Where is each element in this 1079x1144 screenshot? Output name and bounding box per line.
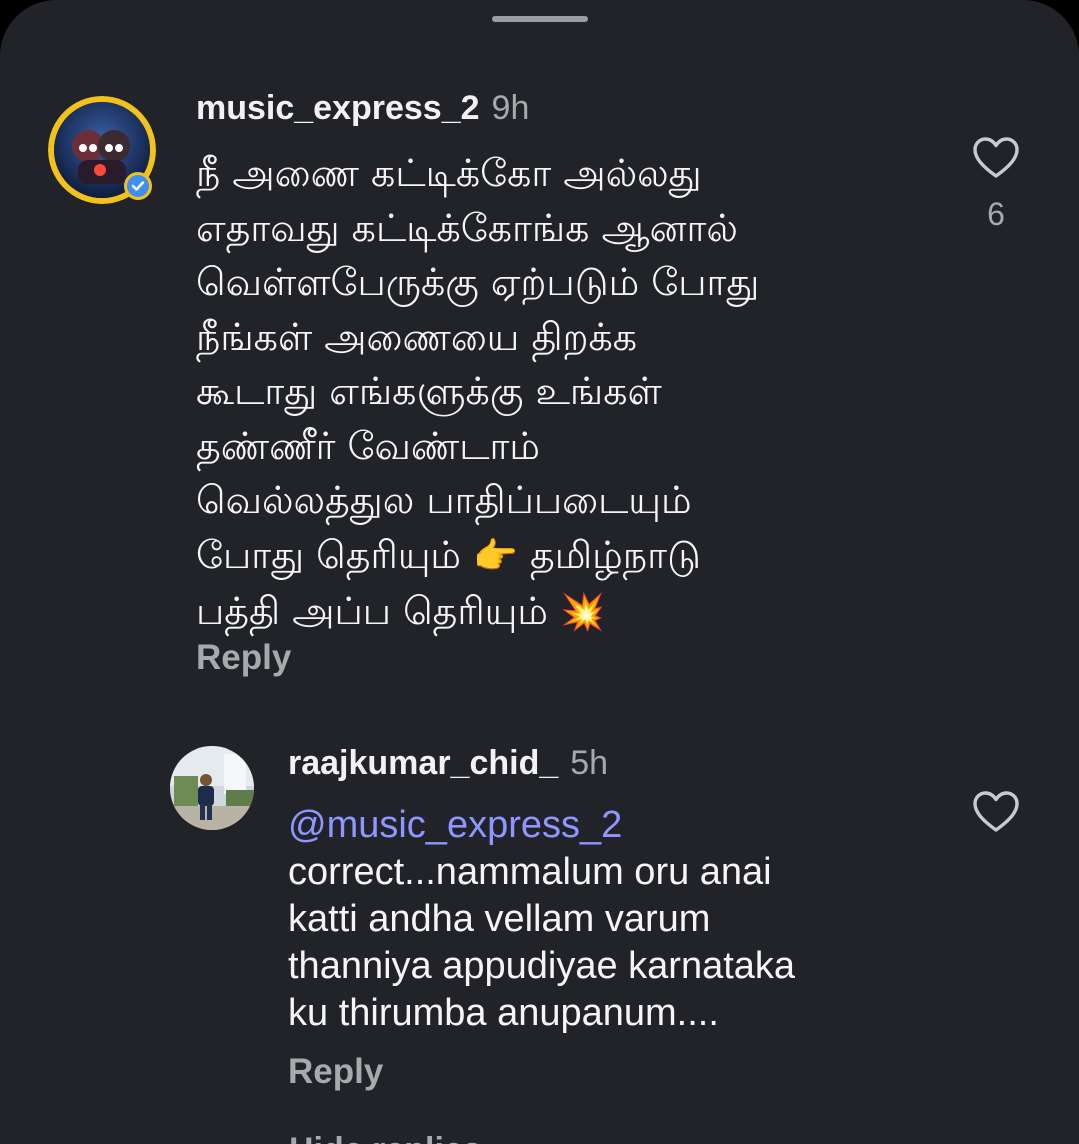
text-line: thanniya appudiyae karnataka bbox=[288, 945, 796, 987]
text-line: வெல்லத்துல பாதிப்படையும் bbox=[196, 478, 692, 522]
collision-icon: 💥 bbox=[560, 592, 605, 633]
reply-button[interactable]: Reply bbox=[288, 1052, 383, 1092]
like-button[interactable] bbox=[972, 790, 1020, 834]
pointing-hand-icon: 👉 bbox=[473, 535, 518, 577]
text-line: நீ அணை கட்டிக்கோ அல்லது bbox=[196, 151, 702, 195]
text-line: நீங்கள் அணையை திறக்க bbox=[196, 314, 638, 359]
timestamp: 9h bbox=[491, 89, 530, 127]
text-segment: பத்தி அப்ப தெரியும் bbox=[196, 589, 548, 633]
text-segment: தமிழ்நாடு bbox=[530, 532, 701, 577]
text-line: போது தெரியும் 👉 தமிழ்நாடு bbox=[196, 528, 956, 585]
sheet-drag-handle[interactable] bbox=[492, 16, 588, 22]
text-line: correct...nammalum oru anai bbox=[288, 851, 772, 893]
text-line: katti andha vellam varum bbox=[288, 898, 711, 940]
username[interactable]: raajkumar_chid_ bbox=[288, 744, 558, 782]
hide-replies-button[interactable]: Hide replies bbox=[289, 1130, 482, 1144]
username[interactable]: music_express_2 bbox=[196, 89, 480, 127]
heart-icon bbox=[973, 791, 1019, 832]
text-segment: போது தெரியும் bbox=[196, 532, 461, 577]
text-line: எதாவது கட்டிக்கோங்க ஆனால் bbox=[196, 205, 738, 250]
text-line: ku thirumba anupanum.... bbox=[288, 992, 719, 1034]
comment-header: music_express_2 9h bbox=[196, 88, 529, 128]
reply-button[interactable]: Reply bbox=[196, 638, 291, 678]
mention-link[interactable]: @music_express_2 bbox=[288, 802, 988, 849]
like-button[interactable] bbox=[972, 136, 1020, 180]
timestamp: 5h bbox=[570, 744, 609, 782]
text-line: கூடாது எங்களுக்கு உங்கள் bbox=[196, 369, 662, 413]
text-line: பத்தி அப்ப தெரியும் 💥 bbox=[196, 584, 956, 641]
avatar[interactable] bbox=[170, 746, 254, 830]
heart-icon bbox=[973, 137, 1019, 178]
like-count: 6 bbox=[987, 196, 1005, 232]
person-photo-avatar-icon bbox=[170, 746, 254, 830]
text-line: தண்ணீர் வேண்டாம் bbox=[196, 423, 540, 468]
comment-header: raajkumar_chid_ 5h bbox=[288, 743, 608, 783]
comment-text: நீ அணை கட்டிக்கோ அல்லது எதாவது கட்டிக்கோ… bbox=[196, 146, 956, 641]
comments-sheet: music_express_2 9h நீ அணை கட்டிக்கோ அல்லத… bbox=[0, 0, 1079, 1144]
text-line: வெள்ளபேருக்கு ஏற்படும் போது bbox=[196, 260, 760, 304]
verified-badge-icon bbox=[124, 172, 152, 200]
comment-text: @music_express_2 correct...nammalum oru … bbox=[288, 802, 988, 1037]
